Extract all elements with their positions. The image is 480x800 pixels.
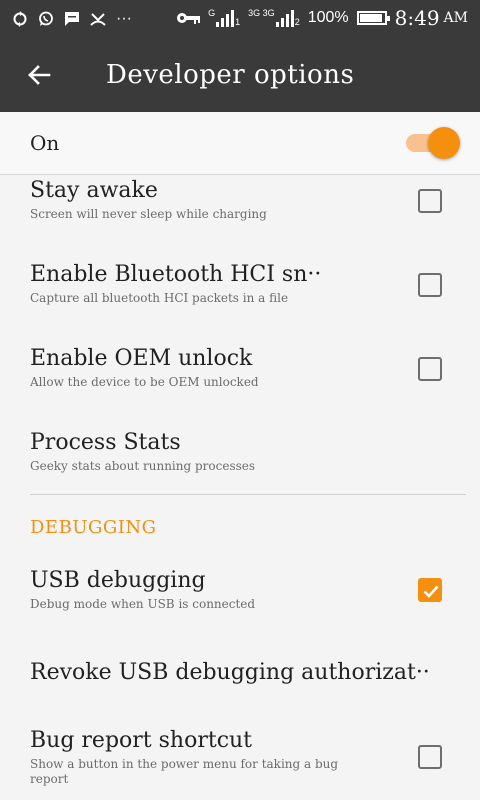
- setting-bluetooth-hci[interactable]: Enable Bluetooth HCI sn·· Capture all bl…: [0, 259, 480, 319]
- setting-subtitle: Capture all bluetooth HCI packets in a f…: [30, 291, 289, 305]
- more-notifications-icon: ···: [116, 10, 132, 27]
- section-divider: [30, 494, 466, 495]
- setting-subtitle: Allow the device to be OEM unlocked: [30, 375, 259, 389]
- setting-title: Bug report shortcut: [30, 728, 253, 753]
- stay-awake-checkbox[interactable]: [418, 189, 442, 213]
- key-icon: [177, 13, 201, 24]
- oem-unlock-checkbox[interactable]: [418, 357, 442, 381]
- notification-icons: ···: [12, 8, 132, 30]
- master-switch-label: On: [30, 131, 60, 155]
- battery-percent: 100%: [307, 9, 349, 26]
- usb-debugging-checkbox[interactable]: [418, 578, 442, 602]
- sim1-signal: G 1: [208, 9, 240, 27]
- setting-stay-awake[interactable]: Stay awake Screen will never sleep while…: [0, 175, 480, 235]
- arrow-back-icon: [28, 65, 51, 85]
- toggle-thumb: [428, 127, 460, 159]
- setting-revoke-usb-authorizations[interactable]: Revoke USB debugging authorizat··: [0, 645, 480, 701]
- master-toggle-switch[interactable]: [404, 126, 462, 160]
- setting-oem-unlock[interactable]: Enable OEM unlock Allow the device to be…: [0, 343, 480, 403]
- clock-ampm: AM: [443, 10, 468, 26]
- signal-bars-icon: [275, 9, 294, 27]
- sim2-network-label: 3G 3G: [248, 8, 275, 18]
- setting-subtitle: Screen will never sleep while charging: [30, 207, 267, 221]
- section-header-debugging: DEBUGGING: [30, 517, 157, 538]
- setting-title: Stay awake: [30, 178, 158, 203]
- back-button[interactable]: [22, 58, 56, 92]
- signal-bars-icon: [216, 9, 235, 27]
- message-icon: [65, 12, 79, 26]
- sim1-index: 1: [235, 17, 241, 27]
- whatsapp-icon: [39, 11, 53, 26]
- setting-process-stats[interactable]: Process Stats Geeky stats about running …: [0, 427, 480, 487]
- setting-subtitle: Debug mode when USB is connected: [30, 597, 256, 611]
- missed-call-icon: [90, 13, 106, 26]
- system-status: G 1 3G 3G 2 100% 8:49 AM: [176, 6, 468, 30]
- sync-icon: [13, 11, 27, 27]
- app-bar: Developer options: [0, 38, 480, 112]
- setting-title: Enable Bluetooth HCI sn··: [30, 262, 322, 287]
- sim2-signal: 3G 3G 2: [248, 9, 300, 27]
- setting-usb-debugging[interactable]: USB debugging Debug mode when USB is con…: [0, 565, 480, 625]
- checkmark-icon: [423, 585, 439, 598]
- setting-subtitle: Geeky stats about running processes: [30, 459, 256, 473]
- bug-report-checkbox[interactable]: [418, 745, 442, 769]
- setting-title: USB debugging: [30, 568, 206, 593]
- bluetooth-hci-checkbox[interactable]: [418, 273, 442, 297]
- setting-title: Enable OEM unlock: [30, 346, 253, 371]
- sim2-index: 2: [294, 17, 300, 27]
- sim1-network-label: G: [208, 8, 216, 18]
- battery-level-fill: [359, 14, 382, 22]
- setting-title: Revoke USB debugging authorizat··: [30, 660, 430, 685]
- clock-time: 8:49: [394, 6, 440, 30]
- setting-subtitle: Show a button in the power menu for taki…: [30, 757, 339, 786]
- setting-bug-report-shortcut[interactable]: Bug report shortcut Show a button in the…: [0, 727, 480, 800]
- page-title: Developer options: [106, 60, 355, 90]
- battery-icon: [356, 11, 390, 25]
- setting-title: Process Stats: [30, 430, 181, 455]
- status-bar: ··· G 1 3G 3G 2 100% 8:49 AM: [0, 0, 480, 38]
